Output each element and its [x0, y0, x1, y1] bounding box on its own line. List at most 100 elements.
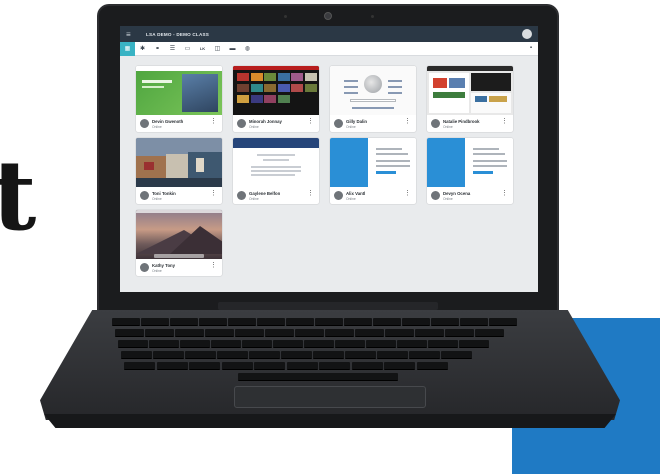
student-avatar: [237, 191, 246, 200]
student-card[interactable]: Devyn Ocena Online ⋮: [427, 138, 513, 204]
settings-icon[interactable]: ✱: [135, 42, 150, 56]
thumbnail-shape: [352, 107, 394, 109]
keyboard-key: [428, 340, 458, 348]
student-name: Toni Tonkin: [152, 191, 176, 196]
keyboard-key: [281, 351, 312, 359]
grid-icon[interactable]: ▦: [120, 41, 135, 56]
student-card[interactable]: Minorah Jonnay Online ⋮: [233, 66, 319, 132]
student-card[interactable]: Alix Vantl Online ⋮: [330, 138, 416, 204]
screen-thumbnail[interactable]: [233, 138, 319, 187]
thumbnail-shape: [142, 80, 172, 83]
keyboard-key: [199, 318, 227, 326]
stage: t ≡ LSA DEMO - DEMO CLASS ▦ ✱ ⚭ ☰ ▭ LK ◫ ▬ ◍ ▪ De…: [0, 0, 660, 474]
thumbnail-shape: [376, 148, 402, 150]
group-icon[interactable]: ⚭: [150, 42, 165, 56]
student-status: Online: [249, 124, 259, 129]
screen-thumbnail[interactable]: [330, 66, 416, 115]
thumbnail-shape: [136, 66, 222, 71]
keyboard-key: [415, 329, 444, 337]
globe-icon[interactable]: ◍: [240, 42, 255, 56]
text-icon[interactable]: LK: [195, 42, 210, 56]
more-options-icon[interactable]: ⋮: [501, 190, 508, 197]
keyboard-key: [445, 329, 474, 337]
thumbnail-shape: [330, 138, 368, 187]
keyboard-key: [189, 362, 220, 370]
keyboard-key: [315, 318, 343, 326]
screen-icon[interactable]: ▬: [225, 42, 240, 56]
thumbnail-shape: [473, 160, 507, 162]
screen-thumbnail[interactable]: [233, 66, 319, 115]
thumbnail-shape: [376, 160, 410, 162]
thumbnail-shape: [251, 170, 301, 172]
lock-icon[interactable]: ▭: [180, 42, 195, 56]
student-card[interactable]: Gilly Dalin Online ⋮: [330, 66, 416, 132]
more-options-icon[interactable]: ⋮: [210, 190, 217, 197]
screen-thumbnail[interactable]: [330, 138, 416, 187]
more-options-icon[interactable]: ⋮: [501, 118, 508, 125]
thumbnail-shape: [251, 174, 295, 176]
student-card[interactable]: Toni Tonkin Online ⋮: [136, 138, 222, 204]
keyboard-key: [273, 340, 303, 348]
screen-thumbnail[interactable]: [136, 66, 222, 115]
keyboard-key: [235, 329, 264, 337]
keyboard-key: [145, 329, 174, 337]
thumbnail-shape: [263, 159, 289, 161]
thumbnail-shape: [251, 166, 301, 168]
keyboard-key: [385, 329, 414, 337]
student-name: Devin Gwenoth: [152, 119, 184, 124]
thumbnail-shape: [471, 73, 511, 91]
more-options-icon[interactable]: ⋮: [404, 118, 411, 125]
student-status: Online: [152, 268, 162, 273]
thumbnail-shape: [376, 165, 410, 167]
more-options-icon[interactable]: ⋮: [307, 118, 314, 125]
list-icon[interactable]: ☰: [165, 42, 180, 56]
student-card[interactable]: Gaylene Belfon Online ⋮: [233, 138, 319, 204]
window-icon[interactable]: ◫: [210, 42, 225, 56]
keyboard-key: [221, 362, 253, 370]
keyboard-key: [355, 329, 384, 337]
thumbnail-shape: [182, 74, 218, 112]
thumbnail-shape: [376, 171, 396, 174]
keyboard-key: [175, 329, 204, 337]
keyboard-key: [335, 340, 365, 348]
user-avatar[interactable]: [522, 29, 532, 39]
thumbnail-shape: [277, 73, 290, 81]
student-card[interactable]: Devin Gwenoth Online ⋮: [136, 66, 222, 132]
screen-thumbnail[interactable]: [136, 138, 222, 187]
chat-icon[interactable]: ▪: [530, 45, 532, 51]
screen-thumbnail[interactable]: [427, 138, 513, 187]
keyboard-key: [211, 340, 241, 348]
thumbnail-shape: [233, 66, 319, 70]
student-card[interactable]: Kathy Tony Online ⋮: [136, 210, 222, 276]
keyboard-key: [217, 351, 248, 359]
thumbnail-shape: [142, 86, 164, 88]
keyboard-key: [313, 351, 344, 359]
student-status: Online: [249, 196, 259, 201]
screen-thumbnail[interactable]: [136, 210, 222, 259]
keyboard-key: [344, 318, 372, 326]
card-footer: Devyn Ocena Online ⋮: [427, 187, 513, 204]
keyboard-key: [489, 318, 517, 326]
more-options-icon[interactable]: ⋮: [307, 190, 314, 197]
background-heading-glyph: t: [0, 139, 37, 252]
more-options-icon[interactable]: ⋮: [210, 118, 217, 125]
hamburger-icon[interactable]: ≡: [126, 30, 138, 39]
keyboard-key: [242, 340, 272, 348]
keyboard-key: [254, 362, 285, 370]
keyboard-key: [228, 318, 256, 326]
card-footer: Devin Gwenoth Online ⋮: [136, 115, 222, 132]
student-card[interactable]: Natalie Pindbrook Online ⋮: [427, 66, 513, 132]
thumbnail-shape: [427, 66, 513, 71]
more-options-icon[interactable]: ⋮: [404, 190, 411, 197]
thumbnail-shape: [304, 73, 317, 81]
thumbnail-shape: [473, 148, 499, 150]
keyboard-key: [249, 351, 280, 359]
thumbnail-shape: [196, 158, 204, 172]
more-options-icon[interactable]: ⋮: [210, 262, 217, 269]
screen-thumbnail[interactable]: [427, 66, 513, 115]
keyboard-key: [384, 362, 415, 370]
thumbnail-shape: [364, 75, 382, 93]
thumbnail-shape: [144, 162, 154, 170]
screen: ≡ LSA DEMO - DEMO CLASS ▦ ✱ ⚭ ☰ ▭ LK ◫ ▬ ◍ ▪ Devi…: [120, 26, 538, 292]
keyboard-key: [149, 340, 179, 348]
